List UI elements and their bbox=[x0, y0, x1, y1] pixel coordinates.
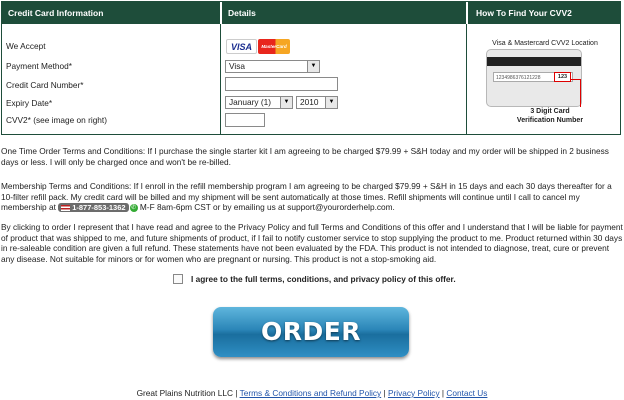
credit-card-back-icon: 1234986376121228 123 bbox=[486, 49, 582, 107]
expiry-year-select[interactable]: 2010 ▼ bbox=[296, 96, 338, 109]
payment-method-value: Visa bbox=[229, 61, 245, 71]
cvv2-input[interactable] bbox=[225, 113, 265, 127]
us-flag-icon bbox=[61, 205, 71, 212]
column-divider bbox=[466, 24, 467, 134]
header-credit-card-info: Credit Card Information bbox=[2, 2, 220, 24]
agree-checkbox-label[interactable]: I agree to the full terms, conditions, a… bbox=[191, 274, 456, 284]
column-divider bbox=[220, 24, 221, 134]
contact-us-link[interactable]: Contact Us bbox=[446, 388, 487, 398]
mastercard-logo-icon: MasterCard bbox=[258, 39, 290, 54]
visa-logo-icon: VISA bbox=[226, 39, 257, 54]
membership-terms: Membership Terms and Conditions: If I en… bbox=[1, 181, 623, 213]
phone-number: 1-877-853-1362 bbox=[72, 203, 126, 213]
payment-method-select[interactable]: Visa ▼ bbox=[225, 60, 320, 73]
expiry-date-label: Expiry Date* bbox=[6, 98, 53, 108]
chevron-down-icon: ▼ bbox=[307, 61, 319, 72]
cvv-caption-line2: Verification Number bbox=[516, 117, 584, 124]
agreement-terms: By clicking to order I represent that I … bbox=[1, 222, 623, 264]
cvv-location-title: Visa & Mastercard CVV2 Location bbox=[492, 40, 598, 47]
phone-call-icon[interactable]: ✆ bbox=[129, 203, 138, 212]
footer-separator: | bbox=[383, 388, 386, 398]
header-details: Details bbox=[221, 2, 466, 24]
magnetic-stripe bbox=[487, 57, 581, 66]
chevron-down-icon: ▼ bbox=[280, 97, 292, 108]
card-number-label: Credit Card Number* bbox=[6, 80, 84, 90]
cvv-caption: 3 Digit Card Verification Number bbox=[510, 107, 590, 125]
footer-company: Great Plains Nutrition LLC bbox=[136, 388, 233, 398]
we-accept-label: We Accept bbox=[6, 41, 46, 51]
cvv-code-highlight: 123 bbox=[554, 72, 571, 82]
callout-line bbox=[580, 79, 581, 107]
membership-terms-contact: M-F 8am-6pm CST or by emailing us at sup… bbox=[139, 202, 395, 212]
expiry-month-value: January (1) bbox=[229, 97, 271, 107]
privacy-policy-link[interactable]: Privacy Policy bbox=[388, 388, 440, 398]
cvv2-label: CVV2* (see image on right) bbox=[6, 115, 107, 125]
cvv-caption-line1: 3 Digit Card bbox=[530, 108, 570, 115]
footer-separator: | bbox=[235, 388, 238, 398]
agree-checkbox[interactable] bbox=[173, 274, 183, 284]
footer-separator: | bbox=[441, 388, 445, 398]
terms-link[interactable]: Terms & Conditions and Refund Policy bbox=[240, 388, 382, 398]
expiry-month-select[interactable]: January (1) ▼ bbox=[225, 96, 293, 109]
one-time-terms: One Time Order Terms and Conditions: If … bbox=[1, 146, 609, 167]
card-number-input[interactable] bbox=[225, 77, 338, 91]
payment-method-label: Payment Method* bbox=[6, 61, 72, 71]
header-find-cvv2: How To Find Your CVV2 bbox=[467, 2, 620, 24]
footer: Great Plains Nutrition LLC | Terms & Con… bbox=[0, 388, 624, 398]
order-button[interactable]: ORDER bbox=[213, 307, 409, 357]
chevron-down-icon: ▼ bbox=[325, 97, 337, 108]
expiry-year-value: 2010 bbox=[300, 97, 319, 107]
phone-number-badge[interactable]: 1-877-853-1362 bbox=[58, 203, 129, 213]
